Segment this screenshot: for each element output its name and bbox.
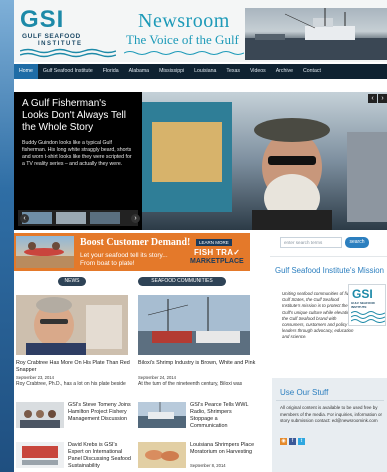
section-news-label[interactable]: NEWS <box>58 277 86 286</box>
site-header: GSI GULF SEAFOOD INSTITUTE Newsroom The … <box>14 0 387 62</box>
search-button[interactable]: search <box>345 237 369 248</box>
small-article-title[interactable]: David Krebs is GSI's Expert on Internati… <box>68 442 134 470</box>
hero-slider[interactable]: ‹ › A Gulf Fisherman's Looks Don't Alway… <box>14 92 387 230</box>
small-article-title[interactable]: Louisiana Shrimpers Place Moratorium on … <box>190 442 256 456</box>
use-our-stuff-title: Use Our Stuff <box>280 388 329 397</box>
small-article-title[interactable]: GSI's Steve Tomeny Joins Hamilton Projec… <box>68 402 134 423</box>
shrimp-boats-photo-icon <box>138 295 250 355</box>
mission-title: Gulf Seafood Institute's Mission <box>275 266 384 275</box>
mission-logo-sub: GULF SEAFOOD INSTITUTE <box>351 301 375 309</box>
ad-line2: From boat to plate! <box>80 260 135 267</box>
hero-thumbnail-strip <box>18 210 138 226</box>
hero-thumbnail[interactable] <box>90 212 120 224</box>
rss-icon[interactable]: ◉ <box>280 438 287 445</box>
presentation-photo-icon <box>16 442 64 468</box>
search-input[interactable]: enter search terms <box>280 237 342 248</box>
logo-mark: GSI <box>20 6 65 33</box>
nav-item-archive[interactable]: Archive <box>271 64 298 79</box>
hero-pager-prev[interactable]: ‹ <box>368 94 377 103</box>
nav-item-louisiana[interactable]: Louisiana <box>189 64 221 79</box>
sidebar-divider <box>270 256 387 257</box>
hero-pager-next[interactable]: › <box>378 94 387 103</box>
page: GSI GULF SEAFOOD INSTITUTE Newsroom The … <box>14 0 387 472</box>
ad-line1: Let your seafood tell its story... <box>80 252 168 259</box>
section-communities-label[interactable]: SEAFOOD COMMUNITIES <box>138 277 226 286</box>
feature-right-date: September 24, 2014 <box>138 375 176 380</box>
small-article-date: September 8, 2014 <box>190 463 226 468</box>
ad-brand-line1: FISH TRA✓ <box>194 248 241 257</box>
shrimp-photo-icon <box>138 442 186 468</box>
background-swoosh <box>0 0 14 472</box>
use-our-stuff-body: All original content is available to be … <box>280 405 383 423</box>
gsi-logo[interactable]: GSI GULF SEAFOOD INSTITUTE <box>20 6 120 58</box>
feature-right-image[interactable] <box>138 295 250 355</box>
small-article-image[interactable] <box>138 442 186 468</box>
ad-photo <box>16 236 74 268</box>
brand-subtitle: The Voice of the Gulf <box>126 32 239 47</box>
feature-left-excerpt: Roy Crabtree, Ph.D., has a lot on his pl… <box>16 381 126 387</box>
feature-right-excerpt: At the turn of the nineteenth century, B… <box>138 381 243 387</box>
use-our-stuff-box: Use Our Stuff All original content is av… <box>272 378 387 472</box>
fisherman-photo-icon <box>142 92 387 230</box>
feature-left-title[interactable]: Roy Crabtree Has More On His Plate Than … <box>16 360 136 374</box>
brand-waves-icon <box>124 51 244 55</box>
feature-right-title[interactable]: Biloxi's Shrimp Industry is Brown, White… <box>138 360 258 367</box>
nav-item-gulf-seafood-institute[interactable]: Gulf Seafood Institute <box>38 64 98 79</box>
logo-line2: INSTITUTE <box>38 41 83 47</box>
brand-title: Newsroom <box>138 10 230 32</box>
nav-item-home[interactable]: Home <box>14 64 38 79</box>
nav-item-contact[interactable]: Contact <box>298 64 326 79</box>
twitter-icon[interactable]: t <box>298 438 305 445</box>
hero-photo[interactable]: ‹ › <box>142 92 387 230</box>
hero-next-button[interactable]: › <box>131 214 140 223</box>
ad-title: Boost Customer Demand! <box>80 237 191 248</box>
mission-body: Uniting seafood communities of five Gulf… <box>282 291 354 340</box>
mission-logo-waves-icon <box>351 311 385 323</box>
mission-logo-mark: GSI <box>352 287 373 301</box>
man-portrait-icon <box>16 295 128 355</box>
facebook-icon[interactable]: f <box>289 438 296 445</box>
mission-logo[interactable]: GSI GULF SEAFOOD INSTITUTE <box>348 284 386 326</box>
use-our-stuff-divider <box>276 400 384 401</box>
main-nav: Home Gulf Seafood Institute Florida Alab… <box>14 64 387 79</box>
hero-title[interactable]: A Gulf Fisherman's Looks Don't Always Te… <box>22 98 134 134</box>
nav-item-mississippi[interactable]: Mississippi <box>154 64 189 79</box>
feature-left-image[interactable] <box>16 295 128 355</box>
boat-photo-icon <box>138 402 186 428</box>
ad-banner[interactable]: Boost Customer Demand! Let your seafood … <box>14 233 250 271</box>
hero-thumbnail[interactable] <box>56 212 86 224</box>
logo-waves-icon <box>20 48 116 58</box>
harbor-photo-icon <box>245 8 387 60</box>
learn-more-button[interactable]: LEARN MORE <box>196 239 232 246</box>
header-photo <box>245 8 387 60</box>
nav-item-videos[interactable]: Videos <box>245 64 271 79</box>
logo-line1: GULF SEAFOOD <box>22 33 81 40</box>
fishermen-photo-icon <box>16 242 74 268</box>
feature-left-date: September 23, 2014 <box>16 375 54 380</box>
nav-item-alabama[interactable]: Alabama <box>124 64 154 79</box>
small-article-image[interactable] <box>16 402 64 428</box>
nav-item-texas[interactable]: Texas <box>221 64 245 79</box>
small-article-image[interactable] <box>138 402 186 428</box>
small-article-image[interactable] <box>16 442 64 468</box>
ad-brand-line2: MARKETPLACE <box>190 258 244 265</box>
nav-item-florida[interactable]: Florida <box>98 64 124 79</box>
panel-photo-icon <box>16 402 64 428</box>
small-article-title[interactable]: GSI's Pearce Tells WWL Radio, Shrimpers … <box>190 402 256 430</box>
hero-body: Buddy Guindon looks like a typical Gulf … <box>22 140 132 167</box>
newsroom-brand[interactable]: Newsroom The Voice of the Gulf <box>124 6 244 56</box>
hero-prev-button[interactable]: ‹ <box>20 214 29 223</box>
